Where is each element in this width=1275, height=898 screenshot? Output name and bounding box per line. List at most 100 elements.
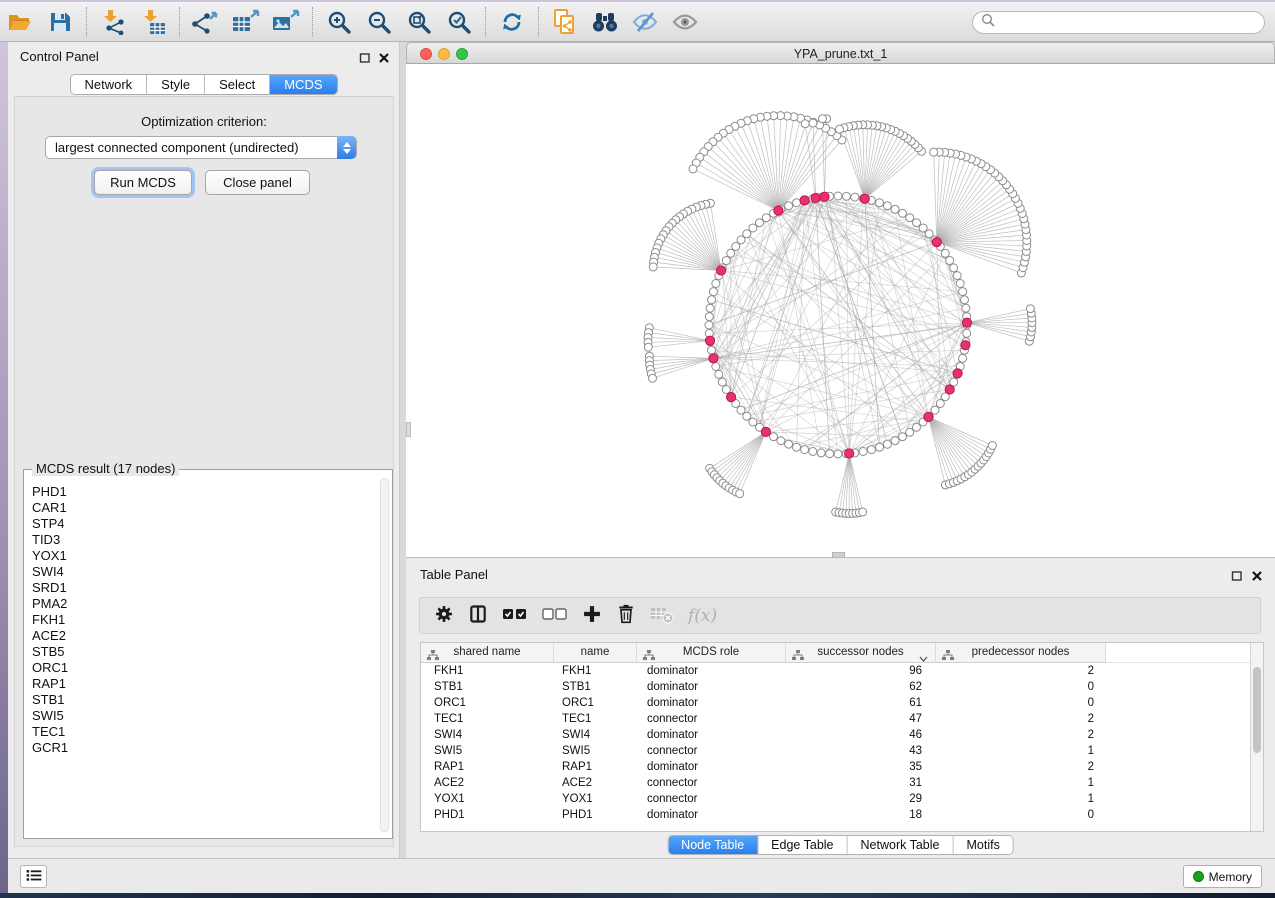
network-mcds-node[interactable]	[705, 336, 714, 345]
network-node[interactable]	[883, 440, 891, 448]
tab-node-table[interactable]: Node Table	[668, 836, 758, 854]
network-node[interactable]	[756, 219, 764, 227]
float-panel-icon[interactable]	[359, 51, 371, 63]
network-node[interactable]	[817, 449, 825, 457]
network-node[interactable]	[906, 214, 914, 222]
network-node[interactable]	[919, 224, 927, 232]
close-table-panel-icon[interactable]	[1251, 569, 1263, 581]
network-node[interactable]	[785, 202, 793, 210]
network-node[interactable]	[749, 418, 757, 426]
network-node[interactable]	[876, 443, 884, 451]
zoom-in-button[interactable]	[319, 5, 359, 39]
network-node[interactable]	[709, 288, 717, 296]
table-row[interactable]: ACE2ACE2connector311	[421, 775, 1250, 791]
network-node[interactable]	[715, 370, 723, 378]
float-table-panel-icon[interactable]	[1231, 569, 1243, 581]
unselect-all-columns-button[interactable]	[542, 601, 568, 631]
add-column-button[interactable]	[582, 601, 602, 631]
table-settings-button[interactable]	[434, 601, 454, 631]
function-builder-button[interactable]: f(x)	[688, 601, 717, 631]
mcds-result-item[interactable]: ACE2	[32, 628, 378, 644]
table-row[interactable]: SWI5SWI5connector431	[421, 743, 1250, 759]
mcds-result-item[interactable]: FKH1	[32, 612, 378, 628]
table-row[interactable]: SWI4SWI4dominator462	[421, 727, 1250, 743]
network-mcds-node[interactable]	[932, 238, 941, 247]
import-network-button[interactable]	[93, 5, 133, 39]
network-window-titlebar[interactable]: YPA_prune.txt_1	[406, 42, 1275, 64]
network-node[interactable]	[793, 199, 801, 207]
memory-button[interactable]: Memory	[1183, 865, 1262, 888]
network-node[interactable]	[732, 243, 740, 251]
export-image-button[interactable]	[266, 5, 306, 39]
network-leaf-node[interactable]	[801, 120, 809, 128]
network-mcds-node[interactable]	[709, 354, 718, 363]
search-network-button[interactable]	[585, 5, 625, 39]
network-node[interactable]	[712, 280, 720, 288]
mcds-result-item[interactable]: STB1	[32, 692, 378, 708]
result-scrollbar[interactable]	[380, 478, 389, 832]
network-mcds-node[interactable]	[800, 196, 809, 205]
network-node[interactable]	[959, 354, 967, 362]
mcds-result-item[interactable]: SWI4	[32, 564, 378, 580]
mcds-result-item[interactable]: ORC1	[32, 660, 378, 676]
network-node[interactable]	[712, 363, 720, 371]
network-canvas[interactable]	[406, 64, 1275, 558]
refresh-button[interactable]	[492, 5, 532, 39]
task-history-button[interactable]	[20, 865, 47, 888]
search-input[interactable]	[1000, 16, 1256, 30]
mcds-result-item[interactable]: STB5	[32, 644, 378, 660]
open-file-button[interactable]	[0, 5, 40, 39]
mcds-result-item[interactable]: RAP1	[32, 676, 378, 692]
zoom-selected-button[interactable]	[439, 5, 479, 39]
network-node[interactable]	[826, 450, 834, 458]
table-row[interactable]: FKH1FKH1dominator962	[421, 663, 1250, 679]
column-header-shared-name[interactable]: shared name	[421, 643, 554, 663]
close-panel-icon[interactable]	[378, 51, 390, 63]
mcds-result-item[interactable]: STP4	[32, 516, 378, 532]
network-mcds-node[interactable]	[845, 449, 854, 458]
network-leaf-node[interactable]	[988, 442, 996, 450]
network-node[interactable]	[708, 346, 716, 354]
network-node[interactable]	[801, 446, 809, 454]
network-mcds-node[interactable]	[761, 427, 770, 436]
network-node[interactable]	[962, 304, 970, 312]
network-node[interactable]	[793, 443, 801, 451]
mcds-result-item[interactable]: GCR1	[32, 740, 378, 756]
network-mcds-node[interactable]	[962, 318, 971, 327]
network-node[interactable]	[737, 236, 745, 244]
network-leaf-node[interactable]	[649, 374, 657, 382]
network-mcds-node[interactable]	[924, 412, 933, 421]
table-row[interactable]: STB1STB1dominator620	[421, 679, 1250, 695]
column-header-mcds-role[interactable]: MCDS role	[637, 643, 786, 663]
tab-network-table[interactable]: Network Table	[848, 836, 954, 854]
table-scrollbar[interactable]	[1250, 643, 1263, 831]
network-leaf-node[interactable]	[836, 125, 844, 133]
mcds-result-item[interactable]: PMA2	[32, 596, 378, 612]
network-node[interactable]	[842, 192, 850, 200]
network-node[interactable]	[705, 313, 713, 321]
toggle-graphics-details-button[interactable]	[625, 5, 665, 39]
close-panel-button[interactable]: Close panel	[205, 170, 310, 195]
network-node[interactable]	[883, 202, 891, 210]
zoom-fit-button[interactable]	[399, 5, 439, 39]
mcds-result-item[interactable]: YOX1	[32, 548, 378, 564]
birdseye-view-button[interactable]	[665, 5, 705, 39]
network-node[interactable]	[913, 219, 921, 227]
mcds-result-item[interactable]: PHD1	[32, 484, 378, 500]
network-node[interactable]	[906, 428, 914, 436]
network-mcds-node[interactable]	[727, 393, 736, 402]
network-node[interactable]	[956, 280, 964, 288]
network-node[interactable]	[777, 437, 785, 445]
network-node[interactable]	[851, 193, 859, 201]
network-node[interactable]	[891, 437, 899, 445]
network-node[interactable]	[953, 272, 961, 280]
table-row[interactable]: PHD1PHD1dominator180	[421, 807, 1250, 823]
network-node[interactable]	[946, 257, 954, 265]
run-mcds-button[interactable]: Run MCDS	[94, 170, 192, 195]
network-mcds-node[interactable]	[860, 194, 869, 203]
network-node[interactable]	[708, 296, 716, 304]
column-header-name[interactable]: name	[554, 643, 637, 663]
network-node[interactable]	[785, 440, 793, 448]
network-leaf-node[interactable]	[859, 508, 867, 516]
network-mcds-node[interactable]	[953, 369, 962, 378]
